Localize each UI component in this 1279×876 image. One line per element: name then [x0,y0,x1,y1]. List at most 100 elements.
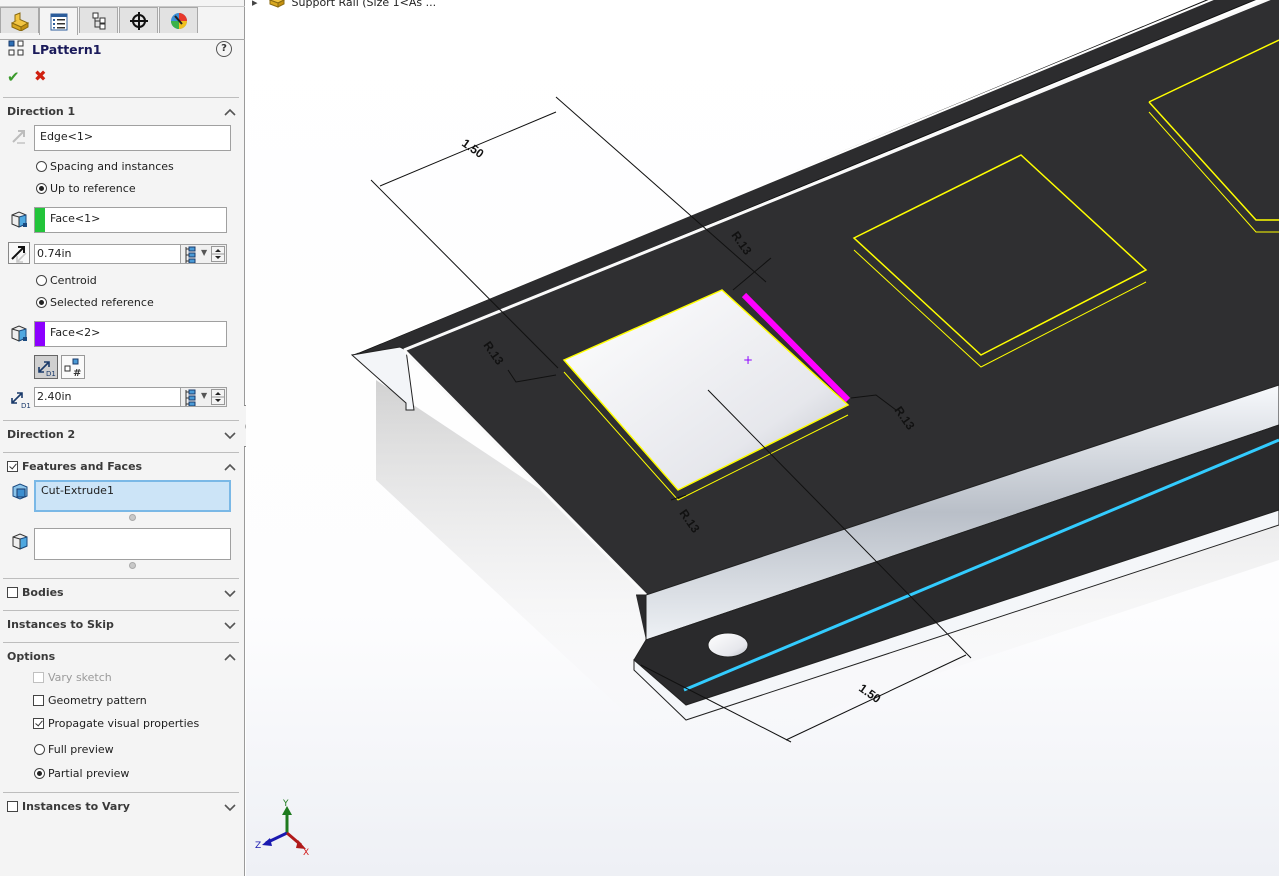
geometry-pattern-checkbox[interactable]: Geometry pattern [33,694,147,707]
origin-marker: + [743,353,753,367]
ok-button[interactable]: ✔ [7,68,20,86]
chevron-down-icon[interactable] [224,802,236,812]
direction-arrow-icon[interactable] [10,128,28,146]
divider [3,792,239,793]
distance-value: 2.40in [37,390,72,403]
seed-face-color [35,322,45,346]
radio-dot [34,768,45,779]
part-icon [10,11,29,31]
dropdown-arrow-icon[interactable]: ▼ [201,248,207,257]
tab-propertymanager[interactable] [39,7,78,35]
features-and-faces-checkbox[interactable]: Features and Faces [7,460,142,473]
features-field-value: Cut-Extrude1 [41,484,114,497]
selected-reference-radio[interactable]: Selected reference [36,296,154,309]
dimension-top-distance[interactable]: 1.50 [459,136,486,161]
chevron-up-icon[interactable] [224,462,236,472]
cancel-button[interactable]: ✖ [34,67,47,85]
tab-configurationmanager[interactable] [79,7,118,33]
linear-pattern-icon [8,40,24,56]
graphics-viewport[interactable]: ▸ Support Rail (Size 1<As ... + 1.50 1.5… [246,0,1279,876]
checkbox-label: Propagate visual properties [48,717,200,730]
mounting-hole [707,632,749,658]
radio-dot [36,297,47,308]
instance-count-toggle-icon[interactable]: # [61,355,85,379]
checkbox-label: Instances to Vary [22,800,130,813]
spacing-dimension-icon: D1 [11,392,31,409]
checkbox-label: Bodies [22,586,64,599]
radio-dot [34,744,45,755]
spin-up-down-icon[interactable] [211,389,225,405]
reference-face-field[interactable]: Face<1> [34,207,227,233]
tab-featuremanager[interactable] [0,7,39,33]
property-manager-panel: LPattern1 ? ✔ ✖ Direction 1 Edge<1> Spac… [0,0,245,876]
seed-face-field[interactable]: Face<2> [34,321,227,347]
direction1-edge-field[interactable]: Edge<1> [34,125,231,151]
checkbox-label: Vary sketch [48,671,112,684]
chevron-up-icon[interactable] [224,652,236,662]
instances-to-vary-checkbox[interactable]: Instances to Vary [7,800,130,813]
full-preview-radio[interactable]: Full preview [34,743,114,756]
model-canvas: + 1.50 1.50 R.13 R.13 R.13 R.13 Y Z X [255,0,1279,858]
direction2-title: Direction 2 [7,428,76,441]
dimension-spacing-toggle-icon[interactable]: D1 [34,355,58,379]
configuration-icon [92,12,105,29]
radio-dot [36,183,47,194]
direction1-title: Direction 1 [7,105,76,118]
checkbox-box [33,672,44,683]
offset-spin-controls: ▼ [180,244,227,264]
divider [3,97,239,98]
divider [3,610,239,611]
edge-field-value: Edge<1> [40,130,94,143]
dropdown-arrow-icon[interactable]: ▼ [201,391,207,400]
spacing-distance-input[interactable]: 2.40in [34,387,181,407]
checkbox-label: Features and Faces [22,460,143,473]
triad-x-label: X [303,848,309,858]
reverse-direction-icon[interactable] [8,242,30,264]
reference-face-value: Face<1> [50,212,101,225]
chevron-down-icon[interactable] [224,588,236,598]
radio-label: Spacing and instances [50,160,174,173]
features-to-pattern-field[interactable]: Cut-Extrude1 [34,480,231,512]
tab-dimxpertmanager[interactable] [119,7,158,33]
chevron-down-icon[interactable] [224,430,236,440]
bodies-checkbox[interactable]: Bodies [7,586,64,599]
radio-dot [36,275,47,286]
resize-grip[interactable] [129,514,136,521]
checkbox-box [7,801,18,812]
divider [3,420,239,421]
faces-to-pattern-field[interactable] [34,528,231,560]
radio-label: Selected reference [50,296,154,309]
radio-label: Partial preview [48,767,130,780]
propagate-visual-properties-checkbox[interactable]: Propagate visual properties [33,717,199,730]
manager-tabs [0,6,245,40]
tab-displaymanager[interactable] [159,7,198,33]
offset-distance-input[interactable]: 0.74in [34,244,181,264]
crosshair-icon [129,11,148,30]
triad-y-label: Y [282,799,289,809]
equation-tree-icon[interactable] [184,246,198,263]
reference-triad: Y Z X [255,799,309,858]
spin-up-down-icon[interactable] [211,246,225,262]
radio-label: Centroid [50,274,97,287]
radio-label: Full preview [48,743,114,756]
chevron-up-icon[interactable] [224,107,236,117]
up-to-reference-radio[interactable]: Up to reference [36,182,136,195]
chevron-down-icon[interactable] [224,620,236,630]
vary-sketch-checkbox: Vary sketch [33,671,112,684]
partial-preview-radio[interactable]: Partial preview [34,767,129,780]
checkbox-label: Geometry pattern [48,694,147,707]
options-title: Options [7,650,56,663]
spacing-and-instances-radio[interactable]: Spacing and instances [36,160,174,173]
resize-grip[interactable] [129,562,136,569]
checkbox-box [7,587,18,598]
face-cube-icon [11,211,27,228]
feature-title-row: LPattern1 ? [8,40,236,60]
checkbox-box [33,718,44,729]
checkbox-box [7,461,18,472]
centroid-radio[interactable]: Centroid [36,274,97,287]
seed-face-value: Face<2> [50,326,101,339]
help-icon[interactable]: ? [216,41,232,57]
distance-spin-controls: ▼ [180,387,227,407]
faces-to-pattern-icon [12,533,28,550]
equation-tree-icon[interactable] [184,389,198,406]
